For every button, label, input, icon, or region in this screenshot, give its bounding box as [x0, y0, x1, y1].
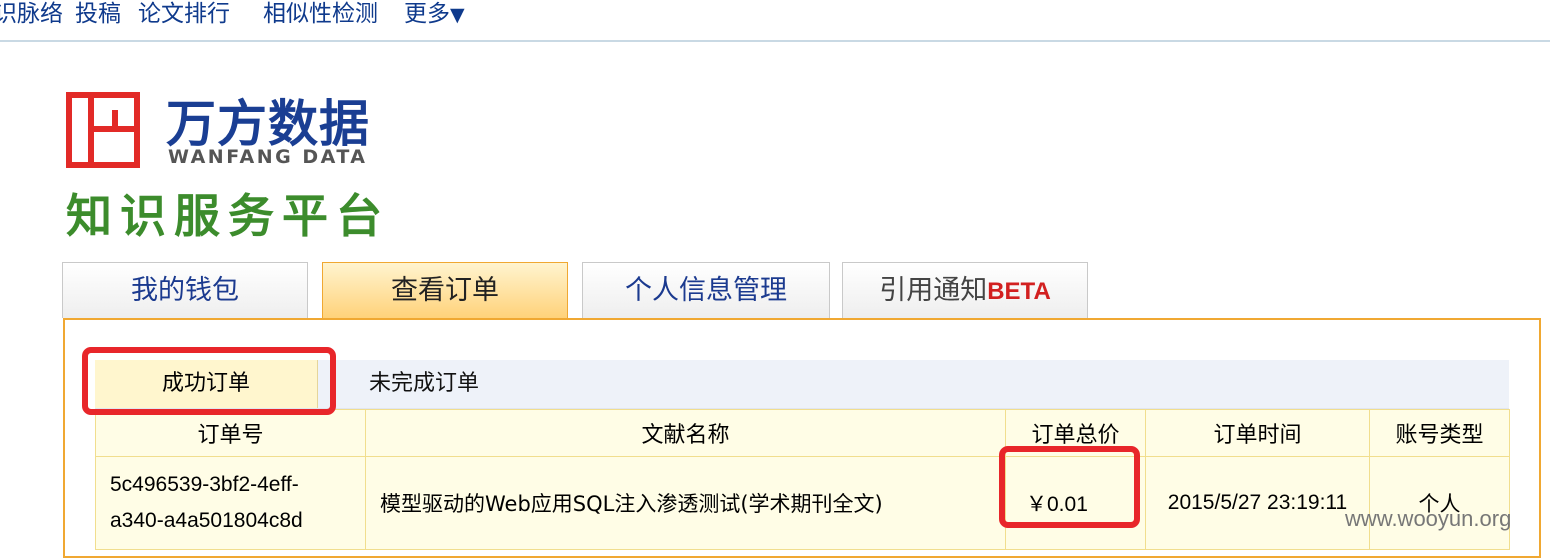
order-time: 2015/5/27 23:19:11 — [1145, 456, 1370, 550]
tab-view-orders[interactable]: 查看订单 — [322, 262, 568, 318]
tab-wallet-label: 我的钱包 — [131, 275, 239, 306]
tab-personal-info-label: 个人信息管理 — [625, 275, 787, 306]
watermark: www.wooyun.org — [1345, 506, 1512, 531]
tab-view-orders-label: 查看订单 — [391, 275, 499, 306]
top-nav: 识脉络 投稿 论文排行 相似性检测 更多▼ — [0, 0, 1550, 42]
caret-down-icon: ▼ — [450, 4, 465, 26]
brand-name-en: WANFANG DATA — [168, 146, 368, 168]
header-document-title: 文献名称 — [365, 409, 1006, 457]
header-order-id: 订单号 — [95, 409, 366, 457]
platform-title: 知识服务平台 — [66, 189, 390, 243]
tab-personal-info[interactable]: 个人信息管理 — [582, 262, 830, 318]
wanfang-logo-icon — [66, 92, 140, 168]
orders-table: 订单号 文献名称 订单总价 订单时间 账号类型 5c496539-3bf2-4e… — [95, 409, 1510, 550]
order-id-line-1: 5c496539-3bf2-4eff- — [110, 473, 299, 496]
header-account-type: 账号类型 — [1369, 409, 1510, 457]
nav-item-more[interactable]: 更多▼ — [404, 0, 465, 28]
order-id-cell: 5c496539-3bf2-4eff- a340-a4a501804c8d — [95, 456, 366, 550]
order-id-line-2: a340-a4a501804c8d — [110, 509, 303, 532]
highlight-box-price — [999, 446, 1140, 528]
tab-wallet[interactable]: 我的钱包 — [62, 262, 308, 318]
table-header-row: 订单号 文献名称 订单总价 订单时间 账号类型 — [95, 409, 1510, 457]
document-title-link[interactable]: 模型驱动的Web应用SQL注入渗透测试(学术期刊全文) — [365, 456, 1006, 550]
subtab-pending-orders[interactable]: 未完成订单 — [369, 360, 479, 408]
nav-item-similarity-check[interactable]: 相似性检测 — [263, 0, 378, 28]
account-type: 个人 — [1369, 456, 1510, 550]
nav-item-knowledge-network[interactable]: 识脉络 — [0, 0, 63, 28]
tab-citation-notice-label: 引用通知 — [879, 275, 988, 306]
tab-citation-notice[interactable]: 引用通知BETA — [842, 262, 1088, 318]
beta-badge: BETA — [987, 278, 1051, 305]
header-order-time: 订单时间 — [1145, 409, 1370, 457]
highlight-box-success-tab — [82, 347, 336, 415]
nav-more-label: 更多 — [404, 1, 450, 27]
nav-item-submission[interactable]: 投稿 — [75, 0, 121, 28]
table-row: 5c496539-3bf2-4eff- a340-a4a501804c8d 模型… — [95, 456, 1510, 550]
nav-item-paper-ranking[interactable]: 论文排行 — [138, 0, 230, 28]
